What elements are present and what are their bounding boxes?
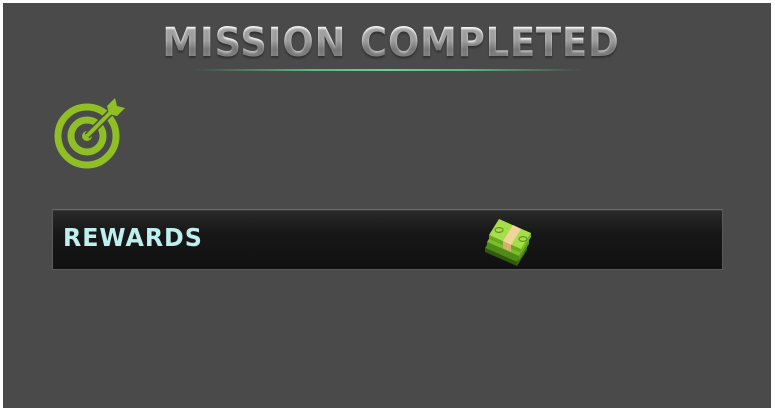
rewards-label: REWARDS xyxy=(63,223,203,252)
cash-stack-icon xyxy=(481,214,533,266)
target-icon xyxy=(51,94,129,172)
mission-completed-screen: MISSION COMPLETED REWARDS xyxy=(3,3,771,408)
title-underline xyxy=(193,69,583,71)
screen-title: MISSION COMPLETED xyxy=(34,17,748,69)
rewards-bar: REWARDS xyxy=(52,209,723,270)
